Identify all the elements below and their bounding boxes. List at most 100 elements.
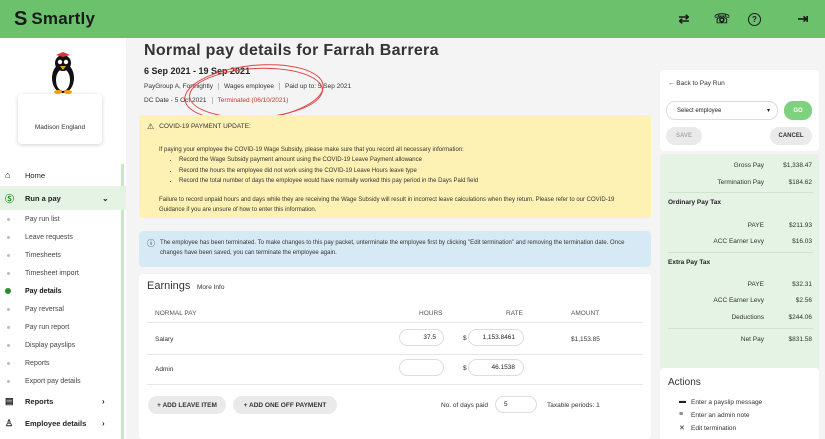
earnings-title: Earnings — [147, 280, 191, 292]
sidebar-subitem-label: Leave requests — [25, 233, 73, 241]
main-content: Normal pay details for Farrah Barrera 6 … — [139, 38, 655, 439]
sidebar-item-label: Run a pay — [25, 193, 61, 203]
warning-icon: ⚠ — [147, 122, 155, 131]
gross-pay-value: $1,338.47 — [783, 162, 812, 169]
swap-arrows-icon[interactable]: ⇄ — [672, 7, 696, 31]
help-icon[interactable]: ? — [748, 12, 761, 26]
add-leave-item-button[interactable]: + ADD LEAVE ITEM — [148, 396, 226, 414]
caret-down-icon: ▾ — [766, 108, 770, 114]
paye-label: PAYE — [747, 222, 764, 229]
help-glyph: ? — [752, 14, 757, 24]
gross-pay-label: Gross Pay — [733, 162, 764, 169]
sidebar-item-reports[interactable]: ▤ Reports › — [0, 390, 126, 412]
sidebar-subitem-label: Pay reversal — [25, 305, 64, 313]
ordinary-paye-value: $211.93 — [788, 222, 812, 229]
paye-label: PAYE — [747, 281, 764, 288]
bullet-icon — [7, 217, 10, 221]
employee-meta-2: DC Date - 5 Oct 2021 Terminated (06/10/2… — [144, 97, 288, 104]
go-button[interactable]: GO — [784, 101, 812, 120]
active-bullet-icon — [5, 288, 11, 294]
dc-date: DC Date - 5 Oct 2021 — [144, 97, 213, 104]
currency-symbol: $ — [463, 365, 467, 372]
bullet-icon — [7, 379, 10, 383]
sidebar-subitem-timesheets[interactable]: Timesheets — [0, 246, 126, 264]
divider — [668, 252, 813, 253]
sidebar-subitem-display-payslips[interactable]: Display payslips — [0, 336, 126, 354]
back-to-pay-run-link[interactable]: ← Back to Pay Run — [668, 80, 725, 87]
pay-period: 6 Sep 2021 - 19 Sep 2021 — [144, 66, 251, 76]
net-pay-label: Net Pay — [740, 336, 764, 343]
sidebar-item-home[interactable]: ⌂ Home — [0, 164, 126, 186]
sidebar-item-label: Home — [25, 170, 46, 180]
extra-acc-value: $2.56 — [795, 297, 812, 304]
bullet-icon — [7, 253, 10, 257]
extra-pay-tax-heading: Extra Pay Tax — [668, 259, 711, 266]
sidebar-item-label: Employee details — [25, 418, 87, 428]
cancel-button[interactable]: CANCEL — [770, 127, 812, 145]
hours-input-salary[interactable]: 37.5 — [399, 329, 444, 346]
sidebar-subitem-timesheet-import[interactable]: Timesheet import — [0, 264, 126, 282]
page-title: Normal pay details for Farrah Barrera — [144, 42, 439, 59]
list-item: Record the total number of days the empl… — [179, 176, 643, 187]
home-icon: ⌂ — [5, 170, 11, 180]
user-card[interactable]: Madison England — [18, 94, 102, 144]
more-info-link[interactable]: More Info — [197, 284, 224, 291]
logout-icon[interactable]: ⇥ — [791, 7, 815, 31]
select-placeholder: Select employee — [677, 107, 722, 114]
note-icon: ≡ — [679, 411, 684, 418]
acc-label: ACC Earner Levy — [713, 238, 764, 245]
sidebar-subitem-pay-run-report[interactable]: Pay run report — [0, 318, 126, 336]
employee-select[interactable]: Select employee ▾ — [666, 101, 778, 120]
divider — [147, 322, 643, 323]
currency-symbol: $ — [463, 335, 467, 342]
info-icon: ⓘ — [147, 239, 155, 248]
rate-input-salary[interactable]: 1,153.8461 — [468, 329, 524, 346]
sidebar-nav: ⌂ Home Ⓢ Run a pay ⌄ Pay run list Leave … — [0, 164, 126, 434]
person-icon: ♙ — [5, 417, 14, 428]
sidebar-subitem-pay-details[interactable]: Pay details — [0, 282, 126, 300]
termination-pay-value: $184.62 — [788, 179, 813, 186]
days-paid-label: No. of days paid — [441, 402, 488, 409]
paid-up-to: Paid up to: 5 Sep 2021 — [285, 83, 352, 90]
enter-payslip-message-action[interactable]: Enter a payslip message — [691, 399, 762, 406]
sidebar-subitem-reports[interactable]: Reports — [0, 354, 126, 372]
extra-paye-value: $32.31 — [792, 281, 812, 288]
sidebar-subitem-label: Display payslips — [25, 341, 76, 349]
bullet-icon — [7, 343, 10, 347]
hours-input-admin[interactable] — [399, 359, 444, 376]
covid-list: Record the Wage Subsidy payment amount u… — [171, 155, 643, 187]
sidebar: Madison England ⌂ Home Ⓢ Run a pay ⌄ Pay… — [0, 38, 126, 439]
actions-card: Actions ▬ Enter a payslip message ≡ Ente… — [660, 368, 819, 439]
document-icon: ▤ — [5, 395, 14, 406]
sidebar-item-label: Reports — [25, 396, 54, 406]
sidebar-subitem-pay-reversal[interactable]: Pay reversal — [0, 300, 126, 318]
rate-input-admin[interactable]: 46.1538 — [468, 359, 524, 376]
app-name: Smartly — [31, 9, 96, 28]
add-one-off-payment-button[interactable]: + ADD ONE OFF PAYMENT — [233, 396, 337, 414]
save-button[interactable]: SAVE — [666, 127, 702, 145]
paygroup: PayGroup A, Fortnightly — [144, 83, 220, 90]
chevron-right-icon: › — [102, 418, 105, 428]
sidebar-item-run-a-pay[interactable]: Ⓢ Run a pay ⌄ — [0, 186, 126, 210]
list-item: Record the Wage Subsidy payment amount u… — [179, 155, 643, 166]
net-pay-value: $831.58 — [788, 336, 813, 343]
sidebar-subitem-export-pay-details[interactable]: Export pay details — [0, 372, 126, 390]
user-name: Madison England — [34, 124, 86, 131]
bullet-icon — [7, 307, 10, 311]
ordinary-acc-value: $16.03 — [792, 238, 812, 245]
bullet-icon — [7, 361, 10, 365]
terminated-status: Terminated (06/10/2021) — [217, 97, 289, 104]
enter-admin-note-action[interactable]: Enter an admin note — [691, 412, 750, 419]
app-logo[interactable]: S Smartly — [14, 8, 95, 31]
employee-meta: PayGroup A, Fortnightly Wages employee P… — [144, 83, 361, 90]
pay-summary: Gross Pay $1,338.47 Termination Pay $184… — [660, 154, 819, 379]
phone-icon[interactable]: ☏ — [710, 7, 734, 31]
days-paid-input[interactable]: 5 — [495, 396, 537, 413]
employee-controls: ← Back to Pay Run Select employee ▾ GO S… — [660, 70, 819, 151]
sidebar-item-employee-details[interactable]: ♙ Employee details › — [0, 412, 126, 434]
sidebar-subitem-pay-run-list[interactable]: Pay run list — [0, 210, 126, 228]
edit-termination-action[interactable]: Edit termination — [691, 425, 736, 432]
deductions-label: Deductions — [731, 314, 764, 321]
sidebar-subitem-leave-requests[interactable]: Leave requests — [0, 228, 126, 246]
message-icon: ▬ — [679, 398, 686, 405]
